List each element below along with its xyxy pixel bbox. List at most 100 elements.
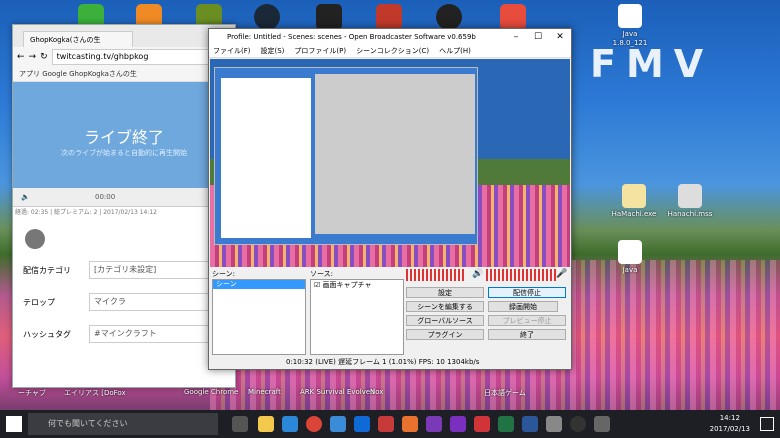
scenes-list[interactable]: シーン — [212, 279, 306, 355]
obs-icon[interactable] — [436, 4, 462, 30]
reload-icon[interactable]: ↻ — [40, 52, 48, 62]
exit-button[interactable]: 終了 — [488, 329, 566, 340]
source-item[interactable]: ☑ 画面キャプチャ — [311, 280, 403, 290]
form-label: テロップ — [23, 297, 55, 307]
desktop-icon-label: HaMachi.exe — [611, 210, 657, 218]
app-icon[interactable] — [402, 416, 418, 432]
desktop-label[interactable]: エイリアス [DoFox — [64, 388, 126, 398]
windows-start-icon[interactable] — [6, 416, 22, 432]
cortana-search[interactable]: 何でも聞いてください — [28, 413, 218, 435]
word-icon[interactable] — [522, 416, 538, 432]
excel-icon[interactable] — [498, 416, 514, 432]
store-icon[interactable] — [330, 416, 346, 432]
obs-window: Profile: Untitled - Scenes: scenes - Ope… — [208, 28, 572, 370]
menu-profile[interactable]: プロファイル(P) — [294, 45, 346, 57]
java-icon — [618, 240, 642, 264]
minimize-icon[interactable]: – — [505, 29, 527, 45]
category-select[interactable]: [カテゴリ未設定] — [89, 261, 225, 279]
desktop-label[interactable]: Google Chrome — [184, 388, 238, 396]
nested-preview — [214, 67, 478, 245]
desktop-label[interactable]: Nox — [370, 388, 383, 396]
desktop-icon-sub: 1.8.0_121 — [612, 39, 648, 47]
desktop-icon-label: Java — [622, 30, 638, 38]
clock-time: 14:12 — [719, 414, 740, 422]
java-shortcut-2[interactable]: Java — [600, 240, 660, 275]
bookmarks-bar[interactable]: アプリ Google GhopKogkaさんの生 — [13, 67, 235, 82]
nested-browser — [221, 78, 311, 238]
menu-help[interactable]: ヘルプ(H) — [439, 45, 471, 57]
sources-list[interactable]: ☑ 画面キャプチャ — [310, 279, 404, 355]
forward-icon[interactable]: → — [29, 52, 37, 62]
video-title: ライブ終了 — [83, 128, 164, 147]
desktop-label[interactable]: 日本語ゲーム — [484, 388, 526, 398]
desktop-label[interactable]: Minecraft — [248, 388, 281, 396]
telop-input[interactable]: マイクラ — [89, 293, 225, 311]
logo-icon — [25, 229, 45, 249]
mail-icon[interactable] — [354, 416, 370, 432]
scenes-label: シーン: — [212, 270, 236, 278]
notification-icon[interactable] — [760, 417, 774, 431]
speaker-icon[interactable]: 🔊 — [472, 269, 483, 279]
app-icon[interactable] — [546, 416, 562, 432]
stop-stream-button[interactable]: 配信停止 — [488, 287, 566, 298]
onenote-icon[interactable] — [450, 416, 466, 432]
form-label: 配信カテゴリ — [23, 265, 71, 275]
form-row: 配信カテゴリ [カテゴリ未設定] — [23, 259, 225, 281]
app-icon[interactable] — [500, 4, 526, 30]
hashtag-input[interactable]: #マインクラフト — [89, 325, 225, 343]
desktop-label[interactable]: ARK Survival Evolved — [300, 388, 375, 396]
preview-stop-button[interactable]: プレビュー停止 — [488, 315, 566, 326]
app-icon[interactable] — [378, 416, 394, 432]
menu-file[interactable]: ファイル(F) — [213, 45, 251, 57]
form-label: ハッシュタグ — [23, 329, 71, 339]
edit-scene-button[interactable]: シーンを編集する — [406, 301, 484, 312]
app-icon[interactable] — [426, 416, 442, 432]
tab-strip: GhopKogka(さんの生 — [13, 25, 235, 47]
app-icon[interactable] — [474, 416, 490, 432]
video-time: 00:00 — [95, 193, 116, 201]
obs-taskbar-icon[interactable] — [570, 416, 586, 432]
scene-item[interactable]: シーン — [213, 280, 305, 289]
plugins-button[interactable]: プラグイン — [406, 329, 484, 340]
video-player[interactable]: ライブ終了 次のライブが始まると自動的に再生開始 — [13, 82, 235, 188]
record-button[interactable]: 録画開始 — [488, 301, 558, 312]
desktop-label[interactable]: ーチャブ — [18, 388, 46, 398]
settings-button[interactable]: 設定 — [406, 287, 484, 298]
back-icon[interactable]: ← — [17, 52, 25, 62]
folder-icon[interactable] — [258, 416, 274, 432]
taskbar: 何でも聞いてください 14:12 2017/02/13 — [0, 410, 780, 438]
url-input[interactable]: twitcasting.tv/ghbpkog — [51, 49, 231, 65]
audio-meter-mic — [486, 269, 556, 281]
global-sources-button[interactable]: グローバルソース — [406, 315, 484, 326]
form-row: テロップ マイクラ — [23, 291, 225, 313]
close-icon[interactable]: ✕ — [549, 29, 571, 45]
settings-form: 配信カテゴリ [カテゴリ未設定] テロップ マイクラ ハッシュタグ #マインクラ… — [13, 255, 235, 359]
app-icon[interactable] — [376, 4, 402, 30]
volume-icon[interactable]: 🔈 — [21, 193, 30, 201]
obs-titlebar: Profile: Untitled - Scenes: scenes - Ope… — [209, 29, 571, 45]
edge-icon[interactable] — [282, 416, 298, 432]
maximize-icon[interactable]: ☐ — [527, 29, 549, 45]
obs-panels: シーン: シーン ソース: ☑ 画面キャプチャ 🔊 🎤 設定 配信停止 シーンを… — [210, 269, 570, 355]
window-title: Profile: Untitled - Scenes: scenes - Ope… — [227, 33, 476, 41]
menu-scene-collection[interactable]: シーンコレクション(C) — [356, 45, 429, 57]
app-icon[interactable] — [316, 4, 342, 30]
menu-settings[interactable]: 設定(S) — [261, 45, 285, 57]
fmv-brand: FMV — [590, 42, 714, 86]
hanachi-shortcut[interactable]: Hanachi.mss — [660, 184, 720, 219]
task-view-icon[interactable] — [232, 416, 248, 432]
chrome-icon[interactable] — [306, 416, 322, 432]
desktop-icon-label: Java — [622, 266, 638, 274]
hamachi-shortcut[interactable]: HaMachi.exe — [604, 184, 664, 219]
mic-icon[interactable]: 🎤 — [556, 269, 567, 279]
status-text: 0:10:32 (LIVE) 遅延フレーム 1 (1.01%) FPS: 10 … — [286, 358, 480, 366]
steam-icon[interactable] — [254, 4, 280, 30]
stream-preview — [210, 59, 570, 267]
java-shortcut[interactable]: Java 1.8.0_121 — [600, 4, 660, 48]
app-icon[interactable] — [594, 416, 610, 432]
form-row: ハッシュタグ #マインクラフト — [23, 323, 225, 345]
checkbox-icon[interactable]: ☑ — [314, 281, 320, 289]
browser-window: GhopKogka(さんの生 ← → ↻ twitcasting.tv/ghbp… — [12, 24, 236, 388]
clock[interactable]: 14:12 2017/02/13 — [710, 413, 750, 435]
browser-tab[interactable]: GhopKogka(さんの生 — [23, 31, 133, 47]
